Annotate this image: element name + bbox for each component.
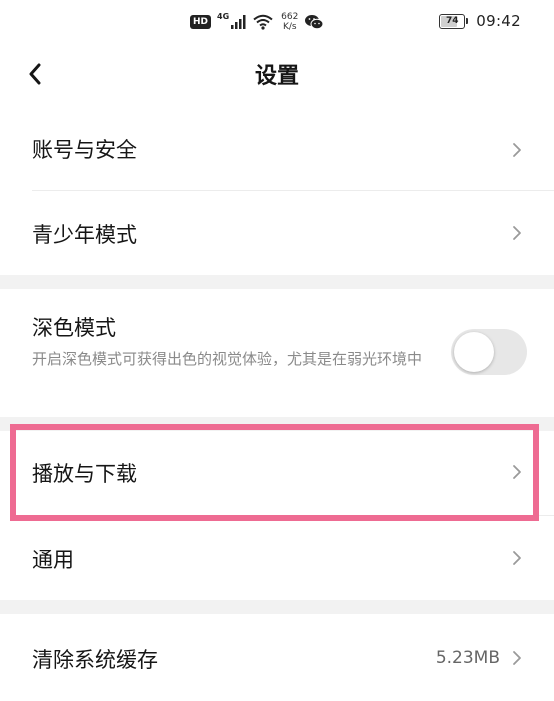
dark-mode-label: 深色模式 <box>32 316 116 340</box>
speed-value: 662 <box>281 12 299 22</box>
settings-item-general[interactable]: 通用 <box>0 516 554 600</box>
chevron-right-icon <box>513 143 521 157</box>
settings-item-label: 青少年模式 <box>32 223 137 247</box>
settings-item-play-download[interactable]: 播放与下载 <box>0 431 554 515</box>
back-button[interactable] <box>28 56 54 92</box>
wifi-icon <box>253 14 273 30</box>
settings-item-account-security[interactable]: 账号与安全 <box>0 110 554 190</box>
page-title: 设置 <box>254 64 299 89</box>
settings-item-label: 清除系统缓存 <box>32 648 158 672</box>
chevron-right-icon <box>513 651 521 665</box>
network-speed: 662 K/s <box>281 12 298 32</box>
settings-item-teen-mode[interactable]: 青少年模式 <box>0 191 554 275</box>
dark-mode-description: 开启深色模式可获得出色的视觉体验，尤其是在弱光环境中 <box>32 350 423 368</box>
hd-badge: HD <box>190 15 212 29</box>
speed-unit: K/s <box>282 22 297 32</box>
header: 设置 <box>0 44 554 110</box>
battery-icon: 74 <box>439 13 469 29</box>
toggle-knob <box>454 332 494 372</box>
section-gap <box>0 600 554 614</box>
wechat-icon <box>305 15 324 30</box>
section-gap <box>0 417 554 431</box>
status-bar: HD 4G 662 K/s 74 09:42 <box>0 0 554 44</box>
chevron-right-icon <box>513 226 521 240</box>
settings-item-label: 播放与下载 <box>32 462 137 486</box>
cache-size: 5.23MB <box>435 648 500 668</box>
battery-level: 74 <box>446 15 459 26</box>
dark-mode-toggle[interactable] <box>451 329 527 375</box>
chevron-right-icon <box>513 465 521 479</box>
settings-item-clear-cache[interactable]: 清除系统缓存 5.23MB <box>0 614 554 701</box>
chevron-left-icon <box>29 63 41 85</box>
chevron-right-icon <box>513 551 521 565</box>
clock: 09:42 <box>476 12 521 30</box>
section-gap <box>0 275 554 289</box>
settings-item-label: 账号与安全 <box>32 138 137 162</box>
network-type: 4G <box>217 11 230 21</box>
status-right: 74 09:42 <box>439 12 521 30</box>
settings-item-label: 通用 <box>32 548 74 572</box>
status-icons: HD 4G 662 K/s <box>190 10 324 34</box>
signal-icon <box>231 15 246 29</box>
